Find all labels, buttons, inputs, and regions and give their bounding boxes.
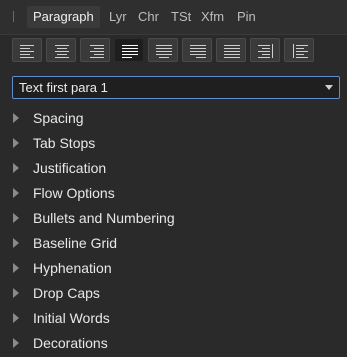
section-label: Justification xyxy=(33,160,107,176)
section-justification[interactable]: Justification xyxy=(0,156,347,181)
tab-transform[interactable]: Xfm xyxy=(201,6,224,28)
expand-triangle-icon xyxy=(13,263,19,273)
section-label: Baseline Grid xyxy=(33,235,118,251)
justify-all-icon xyxy=(224,45,240,58)
section-label: Bullets and Numbering xyxy=(33,210,175,226)
expand-triangle-icon xyxy=(13,238,19,248)
section-drop-caps[interactable]: Drop Caps xyxy=(0,281,347,306)
tab-text-styles[interactable]: TSt xyxy=(171,6,191,28)
expand-triangle-icon xyxy=(13,113,19,123)
panel-tab-bar: Paragraph Lyr Chr TSt Xfm Pin xyxy=(0,0,347,35)
section-label: Decorations xyxy=(33,335,108,351)
section-decorations[interactable]: Decorations xyxy=(0,331,347,356)
section-label: Flow Options xyxy=(33,185,115,201)
align-towards-spine-button[interactable] xyxy=(250,38,280,62)
align-right-icon xyxy=(90,45,104,58)
justify-all-button[interactable] xyxy=(216,38,246,62)
align-away-from-spine-icon xyxy=(293,44,308,58)
justify-right-icon xyxy=(190,45,206,58)
expand-triangle-icon xyxy=(13,213,19,223)
justify-left-button[interactable] xyxy=(114,38,144,62)
paragraph-panel: Paragraph Lyr Chr TSt Xfm Pin Text first… xyxy=(0,0,347,357)
section-tab-stops[interactable]: Tab Stops xyxy=(0,131,347,156)
tab-pinning[interactable]: Pin xyxy=(237,6,256,28)
section-label: Drop Caps xyxy=(33,285,100,301)
section-hyphenation[interactable]: Hyphenation xyxy=(0,256,347,281)
justify-center-button[interactable] xyxy=(148,38,178,62)
section-flow-options[interactable]: Flow Options xyxy=(0,181,347,206)
section-baseline-grid[interactable]: Baseline Grid xyxy=(0,231,347,256)
align-left-button[interactable] xyxy=(12,38,42,62)
expand-triangle-icon xyxy=(13,313,19,323)
section-bullets-and-numbering[interactable]: Bullets and Numbering xyxy=(0,206,347,231)
align-left-icon xyxy=(20,45,34,58)
section-label: Hyphenation xyxy=(33,260,112,276)
tab-character[interactable]: Chr xyxy=(138,6,159,28)
align-right-button[interactable] xyxy=(80,38,110,62)
section-label: Spacing xyxy=(33,110,84,126)
expand-triangle-icon xyxy=(13,188,19,198)
justify-left-icon xyxy=(122,45,138,58)
expand-triangle-icon xyxy=(13,138,19,148)
align-center-button[interactable] xyxy=(46,38,76,62)
paragraph-style-value: Text first para 1 xyxy=(19,80,108,95)
chevron-down-icon xyxy=(325,85,333,90)
align-center-icon xyxy=(55,45,69,58)
expand-triangle-icon xyxy=(13,163,19,173)
panel-grip-handle[interactable] xyxy=(13,11,14,22)
expand-triangle-icon xyxy=(13,338,19,348)
section-spacing[interactable]: Spacing xyxy=(0,106,347,131)
section-label: Tab Stops xyxy=(33,135,96,151)
tab-paragraph[interactable]: Paragraph xyxy=(27,6,100,28)
paragraph-style-select[interactable]: Text first para 1 xyxy=(12,76,340,99)
align-towards-spine-icon xyxy=(258,44,273,58)
align-away-from-spine-button[interactable] xyxy=(284,38,314,62)
tab-layers[interactable]: Lyr xyxy=(109,6,127,28)
justify-center-icon xyxy=(156,45,172,58)
section-initial-words[interactable]: Initial Words xyxy=(0,306,347,331)
expand-triangle-icon xyxy=(13,288,19,298)
section-label: Initial Words xyxy=(33,310,110,326)
justify-right-button[interactable] xyxy=(182,38,212,62)
